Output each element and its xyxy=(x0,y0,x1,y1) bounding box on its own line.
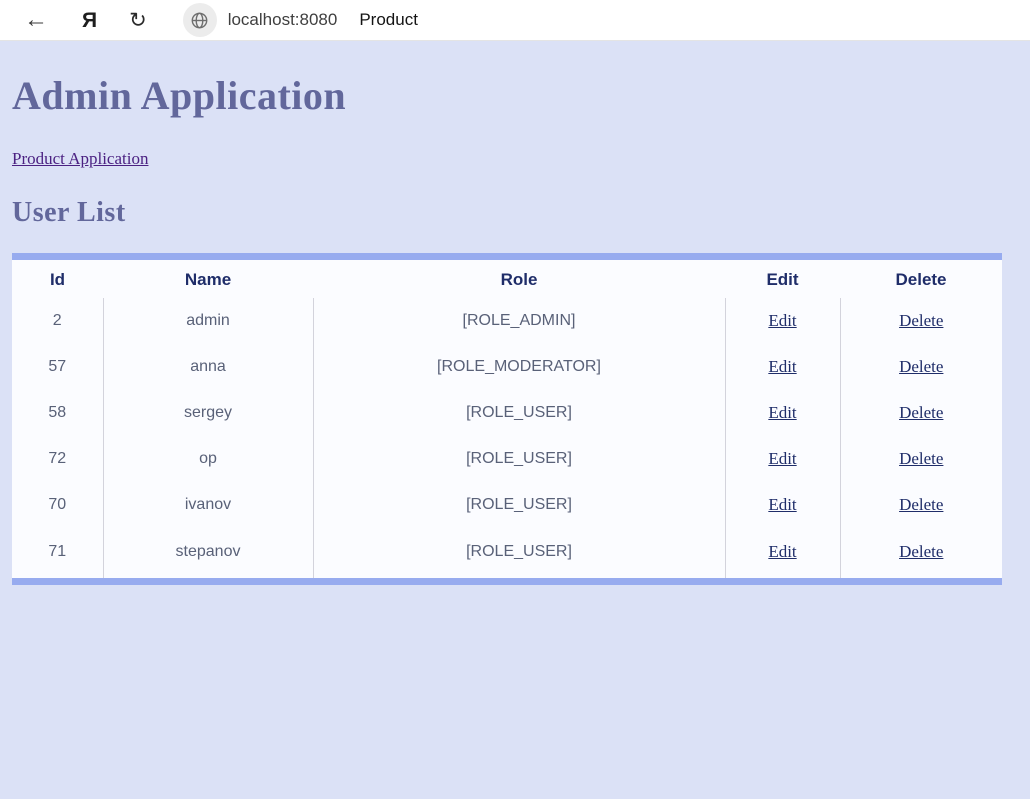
page-title-text: Product xyxy=(359,10,418,29)
cell-delete: Delete xyxy=(839,528,1002,578)
cell-name: stepanov xyxy=(102,528,313,578)
table-bottom-bar xyxy=(12,578,1002,585)
browser-toolbar: ← Я ↻ localhost:8080 Product xyxy=(0,0,1030,41)
cell-delete: Delete xyxy=(839,436,1002,482)
header-role: Role xyxy=(500,270,538,289)
edit-link[interactable]: Edit xyxy=(768,542,796,561)
cell-role: [ROLE_ADMIN] xyxy=(312,298,725,344)
cell-name: ivanov xyxy=(102,482,313,528)
cell-edit: Edit xyxy=(724,344,840,390)
address-bar[interactable]: localhost:8080 Product xyxy=(182,3,418,37)
table-row: 58 sergey [ROLE_USER] Edit Delete xyxy=(12,390,1002,436)
section-title: User List xyxy=(12,197,126,228)
cell-edit: Edit xyxy=(724,298,840,344)
cell-name: admin xyxy=(102,298,313,344)
table-top-bar xyxy=(12,253,1002,260)
cell-edit: Edit xyxy=(724,482,840,528)
cell-id: 70 xyxy=(48,496,67,513)
cell-delete: Delete xyxy=(839,482,1002,528)
table-row: 72 op [ROLE_USER] Edit Delete xyxy=(12,436,1002,482)
edit-link[interactable]: Edit xyxy=(768,495,796,514)
cell-role: [ROLE_USER] xyxy=(312,482,725,528)
cell-id: 2 xyxy=(52,312,62,329)
app-title: Admin Application xyxy=(12,73,347,118)
cell-name: op xyxy=(102,436,313,482)
cell-id: 57 xyxy=(48,358,67,375)
table-row: 2 admin [ROLE_ADMIN] Edit Delete xyxy=(12,298,1002,344)
user-table-container: Id Name Role Edit Delete 2 admin [ROLE_A… xyxy=(12,253,1002,585)
table-header-row: Id Name Role Edit Delete xyxy=(12,260,1002,298)
cell-name: anna xyxy=(102,344,313,390)
edit-link[interactable]: Edit xyxy=(768,311,796,330)
header-id: Id xyxy=(49,270,66,289)
refresh-icon[interactable]: ↻ xyxy=(129,10,147,31)
yandex-browser-icon[interactable]: Я xyxy=(82,10,97,31)
cell-id: 58 xyxy=(48,404,67,421)
cell-name: sergey xyxy=(102,390,313,436)
delete-link[interactable]: Delete xyxy=(899,403,943,422)
header-edit: Edit xyxy=(766,270,799,289)
cell-role: [ROLE_USER] xyxy=(312,436,725,482)
delete-link[interactable]: Delete xyxy=(899,311,943,330)
delete-link[interactable]: Delete xyxy=(899,495,943,514)
delete-link[interactable]: Delete xyxy=(899,449,943,468)
delete-link[interactable]: Delete xyxy=(899,542,943,561)
site-info-button[interactable] xyxy=(182,3,217,37)
table-row: 70 ivanov [ROLE_USER] Edit Delete xyxy=(12,482,1002,528)
cell-role: [ROLE_MODERATOR] xyxy=(312,344,725,390)
header-name: Name xyxy=(184,270,232,289)
cell-delete: Delete xyxy=(839,344,1002,390)
cell-edit: Edit xyxy=(724,390,840,436)
header-delete: Delete xyxy=(895,270,947,289)
cell-edit: Edit xyxy=(724,528,840,578)
table-row: 57 anna [ROLE_MODERATOR] Edit Delete xyxy=(12,344,1002,390)
product-application-link[interactable]: Product Application xyxy=(12,149,148,169)
user-table-body: 2 admin [ROLE_ADMIN] Edit Delete 57 anna… xyxy=(12,298,1002,578)
cell-id: 72 xyxy=(48,450,67,467)
user-table: Id Name Role Edit Delete 2 admin [ROLE_A… xyxy=(12,260,1002,578)
edit-link[interactable]: Edit xyxy=(768,357,796,376)
page-content: Admin Application Product Application Us… xyxy=(0,41,1030,799)
cell-role: [ROLE_USER] xyxy=(312,528,725,578)
edit-link[interactable]: Edit xyxy=(768,449,796,468)
cell-edit: Edit xyxy=(724,436,840,482)
globe-icon xyxy=(191,12,208,28)
url-text: localhost:8080 xyxy=(227,10,338,29)
cell-delete: Delete xyxy=(839,298,1002,344)
back-icon[interactable]: ← xyxy=(24,8,48,32)
delete-link[interactable]: Delete xyxy=(899,357,943,376)
cell-role: [ROLE_USER] xyxy=(312,390,725,436)
cell-delete: Delete xyxy=(839,390,1002,436)
edit-link[interactable]: Edit xyxy=(768,403,796,422)
cell-id: 71 xyxy=(48,542,67,560)
table-row: 71 stepanov [ROLE_USER] Edit Delete xyxy=(12,528,1002,578)
